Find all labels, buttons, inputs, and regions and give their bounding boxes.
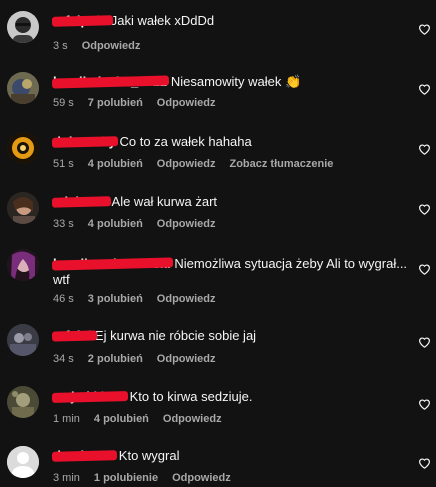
comment-text: Co to za wałek hahaha bbox=[119, 134, 252, 149]
comment-username[interactable]: wojtekklakk bbox=[51, 389, 129, 404]
reply-button[interactable]: Odpowiedz bbox=[172, 472, 231, 484]
comment-username[interactable]: karolinawisniewski bbox=[51, 256, 173, 271]
comment-line: dukowsky Co to za wałek hahaha bbox=[51, 133, 407, 151]
reply-button[interactable]: Odpowiedz bbox=[157, 158, 216, 170]
translate-button[interactable]: Zobacz tłumaczenie bbox=[229, 158, 333, 170]
comment-meta: 3 min 1 polubienie Odpowiedz bbox=[53, 471, 245, 485]
avatar[interactable] bbox=[7, 72, 39, 104]
avatar[interactable] bbox=[7, 446, 39, 478]
likes-count[interactable]: 1 polubienie bbox=[94, 472, 158, 484]
comment-line: wojtekklakk Kto to kirwa sedziuje. bbox=[51, 388, 407, 406]
comment-line: karolinawisniewski Niemożliwa sytuacja ż… bbox=[51, 255, 408, 273]
likes-count[interactable]: 7 polubień bbox=[88, 97, 143, 109]
avatar[interactable] bbox=[7, 249, 39, 281]
reply-button[interactable]: Odpowiedz bbox=[157, 293, 216, 305]
comment-meta: 34 s 2 polubień Odpowiedz bbox=[53, 352, 229, 366]
likes-count[interactable]: 4 polubień bbox=[88, 218, 143, 230]
comment-text: Kto to kirwa sedziuje. bbox=[129, 389, 253, 404]
reply-button[interactable]: Odpowiedz bbox=[157, 353, 216, 365]
avatar[interactable] bbox=[7, 324, 39, 356]
comment-line: rafalekEj kurwa nie róbcie sobie jaj bbox=[51, 327, 407, 345]
reply-button[interactable]: Odpowiedz bbox=[163, 413, 222, 425]
comment-text-continuation: wtf bbox=[53, 272, 70, 287]
comment-meta: 33 s 4 polubień Odpowiedz bbox=[53, 217, 229, 231]
comment-time: 33 s bbox=[53, 218, 74, 230]
comment-username[interactable]: kamilmiesko_4922 bbox=[51, 74, 170, 89]
reply-button[interactable]: Odpowiedz bbox=[82, 40, 141, 52]
heart-outline-icon[interactable] bbox=[418, 398, 431, 410]
comment-username[interactable]: dukowsky bbox=[51, 134, 118, 149]
heart-outline-icon[interactable] bbox=[418, 143, 431, 155]
comment-text: Niemożliwa sytuacja żeby Ali to wygrał..… bbox=[174, 256, 408, 271]
comment-time: 1 min bbox=[53, 413, 80, 425]
comment-meta: 51 s 4 polubień Odpowiedz Zobacz tłumaczeni… bbox=[53, 157, 347, 171]
comment-time: 34 s bbox=[53, 353, 74, 365]
heart-outline-icon[interactable] bbox=[418, 203, 431, 215]
comment-text: Ej kurwa nie róbcie sobie jaj bbox=[94, 328, 257, 343]
reply-button[interactable]: Odpowiedz bbox=[157, 97, 216, 109]
comment-meta: 3 s Odpowiedz bbox=[53, 39, 154, 53]
comment-username[interactable]: darekwaw bbox=[51, 448, 118, 463]
avatar[interactable] bbox=[7, 11, 39, 43]
comment-meta: 59 s 7 polubień Odpowiedz bbox=[53, 96, 229, 110]
likes-count[interactable]: 3 polubień bbox=[88, 293, 143, 305]
comment-text: Jaki wałek xDdDd bbox=[110, 13, 215, 28]
heart-outline-icon[interactable] bbox=[418, 336, 431, 348]
likes-count[interactable]: 4 polubień bbox=[88, 158, 143, 170]
comment-time: 3 s bbox=[53, 40, 68, 52]
comment-username[interactable]: rafalek bbox=[51, 328, 98, 343]
comment-time: 46 s bbox=[53, 293, 74, 305]
comment-username[interactable]: mlekowo bbox=[51, 194, 111, 209]
comment-line: mlekowo Ale wał kurwa żart bbox=[51, 193, 407, 211]
comment-time: 51 s bbox=[53, 158, 74, 170]
comment-line: kamilmiesko_4922 Niesamowity wałek 👏 bbox=[51, 73, 407, 91]
comment-time: 59 s bbox=[53, 97, 74, 109]
heart-outline-icon[interactable] bbox=[418, 23, 431, 35]
likes-count[interactable]: 2 polubień bbox=[88, 353, 143, 365]
comment-meta: 1 min 4 polubień Odpowiedz bbox=[53, 412, 236, 426]
avatar[interactable] bbox=[7, 132, 39, 164]
avatar[interactable] bbox=[7, 192, 39, 224]
comment-username[interactable]: rafalpolik bbox=[51, 13, 113, 28]
avatar[interactable] bbox=[7, 386, 39, 418]
comment-meta: 46 s 3 polubień Odpowiedz bbox=[53, 292, 229, 306]
heart-outline-icon[interactable] bbox=[418, 83, 431, 95]
comment-line: rafalpolikJaki wałek xDdDd bbox=[51, 12, 407, 30]
heart-outline-icon[interactable] bbox=[418, 457, 431, 469]
comment-text: Niesamowity wałek 👏 bbox=[170, 74, 302, 89]
comment-time: 3 min bbox=[53, 472, 80, 484]
comment-text: Kto wygral bbox=[118, 448, 180, 463]
comment-line: darekwaw Kto wygral bbox=[51, 447, 407, 465]
reply-button[interactable]: Odpowiedz bbox=[157, 218, 216, 230]
heart-outline-icon[interactable] bbox=[418, 263, 431, 275]
comment-text: Ale wał kurwa żart bbox=[111, 194, 218, 209]
likes-count[interactable]: 4 polubień bbox=[94, 413, 149, 425]
